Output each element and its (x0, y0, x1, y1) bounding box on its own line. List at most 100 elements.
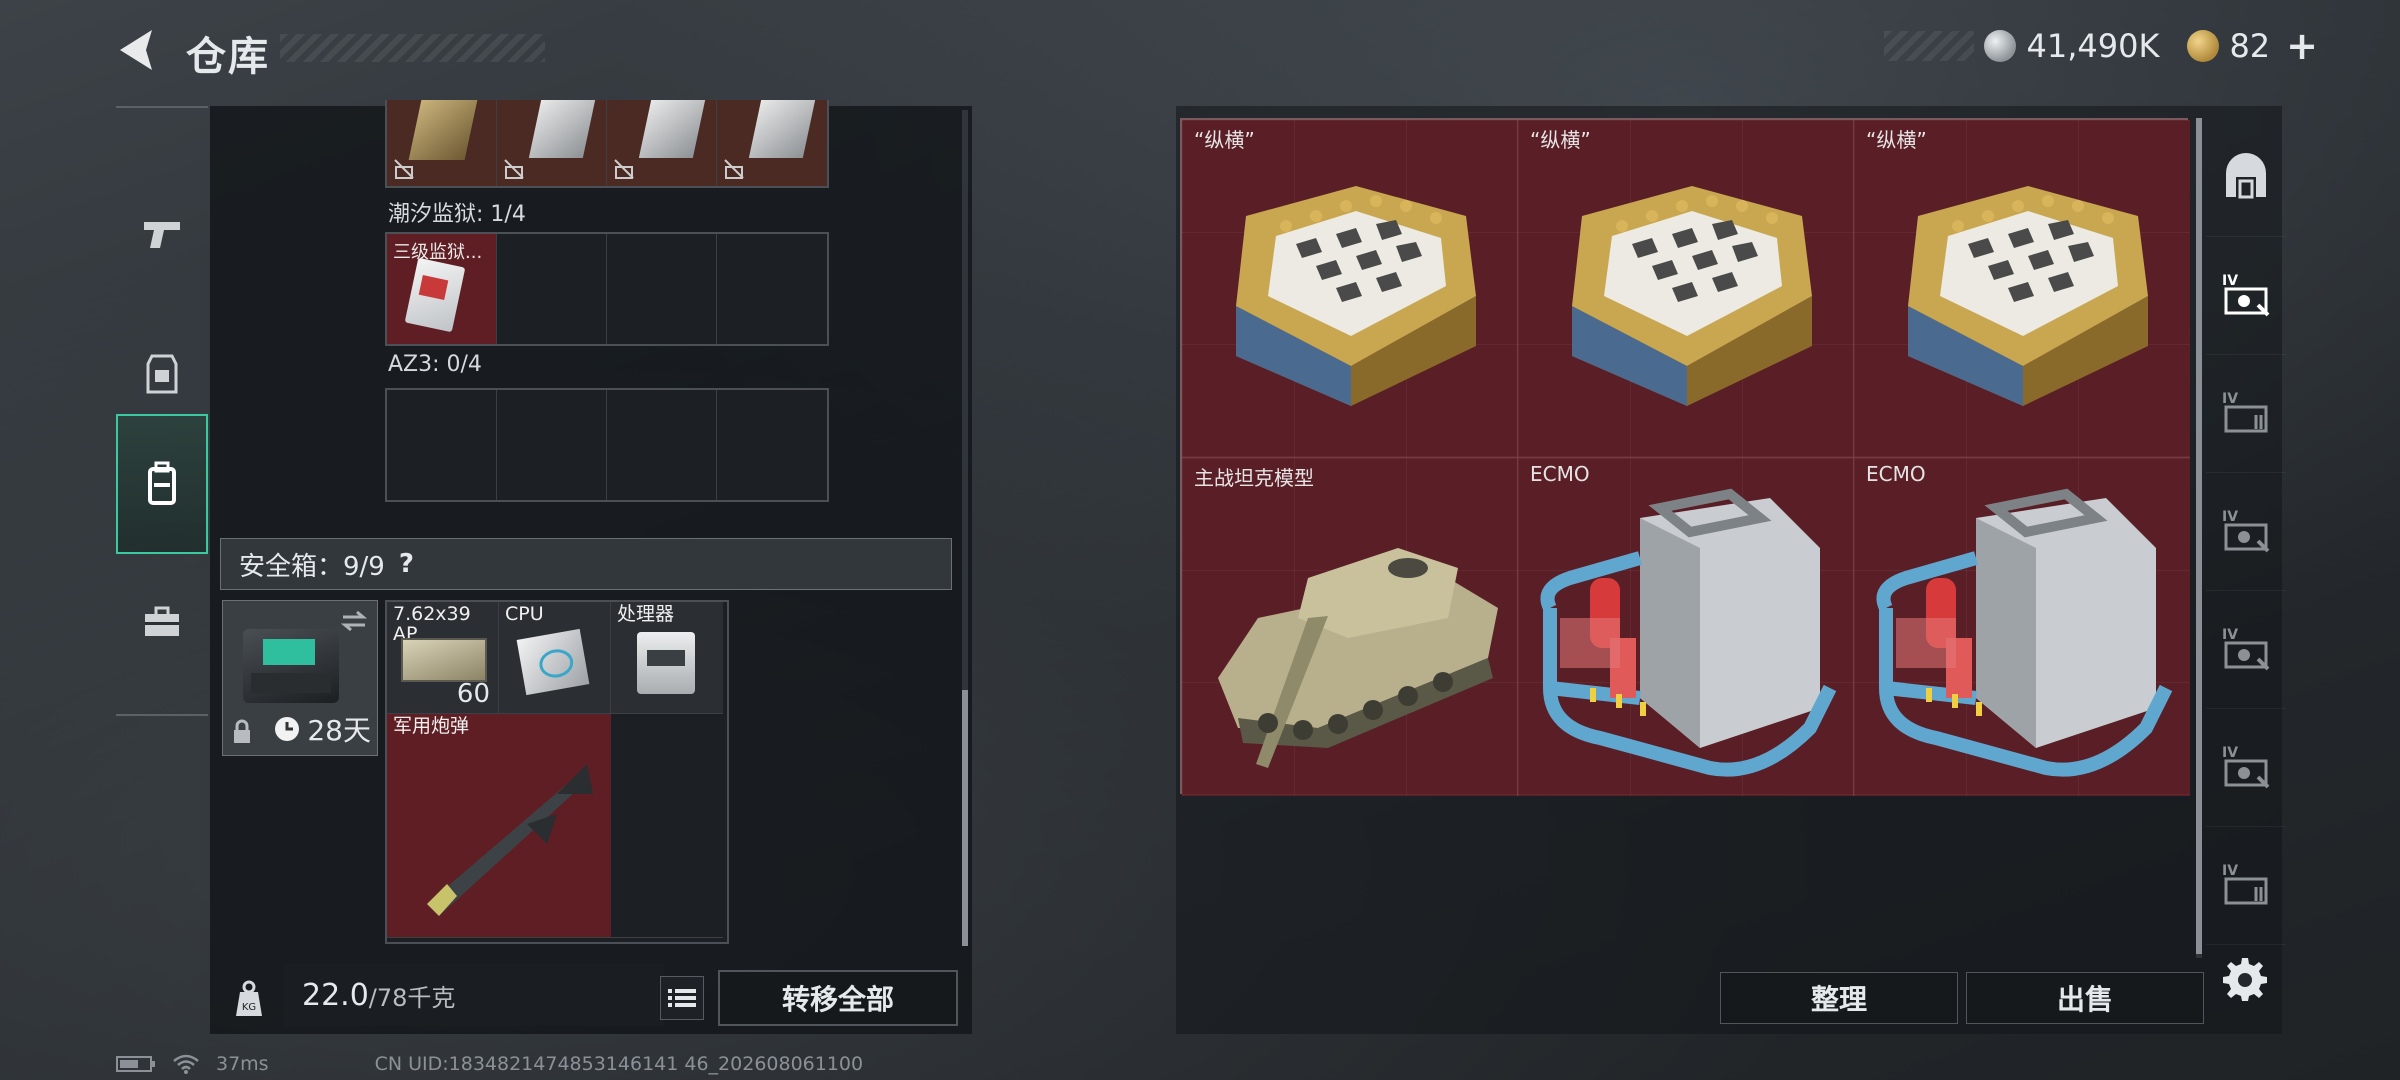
tab-tier-iv-case[interactable]: IV (2206, 590, 2286, 709)
loadout-scrollbar-thumb[interactable] (962, 690, 968, 946)
inventory-slot[interactable]: 军用炮弹 (387, 714, 611, 938)
add-currency-button[interactable]: + (2286, 24, 2318, 68)
tab-briefcase[interactable] (116, 552, 208, 692)
expiry-timer: 28天 (273, 709, 371, 749)
stash-category-rail: IV IV IV IV IV IV (2206, 118, 2286, 948)
inventory-slot[interactable] (497, 390, 607, 500)
stash-item[interactable]: “纵横” (1854, 120, 2190, 458)
back-arrow-icon (120, 30, 152, 70)
svg-text:IV: IV (2222, 509, 2238, 525)
stash-item[interactable]: ECMO (1854, 458, 2190, 796)
item-name: ECMO (1530, 462, 1590, 486)
user-id: CN UID:1834821474853146141 46_2026080611… (374, 1053, 864, 1075)
inventory-slot[interactable] (607, 100, 717, 186)
weight-icon: KG (236, 980, 262, 1016)
tab-backpack[interactable] (116, 414, 208, 554)
stash-item[interactable]: 主战坦克模型 (1182, 458, 1518, 796)
card-item-image (408, 100, 478, 160)
card-item-image (528, 100, 596, 158)
silver-amount: 41,490K (2026, 27, 2160, 65)
inventory-slot[interactable] (611, 714, 723, 938)
item-name: 三级监狱... (393, 242, 483, 263)
tier-iv-case-icon: IV (2222, 273, 2270, 317)
backpack-icon (148, 461, 176, 505)
loadout-tab-rail (116, 106, 208, 716)
list-view-button[interactable] (660, 976, 704, 1020)
safe-box-grid: 7.62x39 AP 60 CPU 处理器 军用炮弹 (385, 600, 729, 944)
item-name: 主战坦克模型 (1194, 466, 1314, 490)
item-name: “纵横” (1866, 128, 1927, 152)
back-button[interactable] (112, 22, 162, 78)
svg-text:IV: IV (2222, 745, 2238, 761)
inventory-slot[interactable]: 三级监狱... (387, 234, 497, 344)
svg-text:IV: IV (2222, 391, 2238, 407)
safe-box-header: 安全箱：9/9 ? (220, 538, 952, 590)
wifi-icon (173, 1054, 199, 1074)
transfer-all-button[interactable]: 转移全部 (718, 970, 958, 1026)
tab-tier-iv-folder[interactable]: IV (2206, 354, 2286, 473)
inventory-slot[interactable] (717, 100, 827, 186)
item-name: 军用炮弹 (393, 715, 470, 737)
inventory-slot[interactable] (387, 390, 497, 500)
stash-item[interactable]: ECMO (1518, 458, 1854, 796)
inventory-slot[interactable] (497, 234, 607, 344)
tab-tier-iv-case[interactable]: IV (2206, 236, 2286, 355)
battery-icon (116, 1056, 155, 1072)
tank-model-image (1218, 548, 1498, 768)
sell-button[interactable]: 出售 (1966, 972, 2204, 1024)
secure-case-image (243, 629, 339, 703)
keycard-image (404, 257, 466, 333)
ping-value: 37ms (216, 1053, 269, 1075)
sort-button[interactable]: 整理 (1720, 972, 1958, 1024)
swap-icon (340, 610, 368, 632)
inventory-slot[interactable] (497, 100, 607, 186)
no-insure-icon (504, 159, 524, 179)
tab-tier-iv-case[interactable]: IV (2206, 708, 2286, 827)
chess-set-image (1236, 186, 1476, 406)
clock-icon (275, 717, 300, 741)
secure-container-slot[interactable]: 28天 (222, 600, 378, 756)
briefcase-icon (145, 606, 179, 636)
list-icon (668, 989, 696, 1007)
tab-vault[interactable] (2206, 118, 2286, 237)
gold-triangle-coin-icon (2187, 30, 2220, 62)
inventory-slot[interactable] (387, 100, 497, 186)
weight-max: /78千克 (368, 983, 456, 1012)
stash-item[interactable]: “纵横” (1182, 120, 1518, 458)
container-label: 潮汐监狱: 1/4 (388, 202, 526, 227)
tab-weapon[interactable] (116, 164, 208, 304)
settings-gear-icon[interactable] (2222, 956, 2268, 1002)
ammo-box-image (401, 638, 487, 682)
container-grid: 三级监狱... (385, 232, 829, 346)
stash-grid: “纵横” “纵横” “纵横” 主战坦克模型 ECMO ECMO (1180, 118, 2190, 796)
svg-text:IV: IV (2222, 627, 2238, 643)
tier-iv-case-icon: IV (2222, 863, 2268, 905)
item-count: 60 (456, 679, 490, 709)
card-item-image (748, 100, 816, 158)
gold-amount: 82 (2229, 27, 2271, 65)
expiry-days: 28天 (307, 714, 371, 747)
inventory-slot[interactable]: CPU (499, 602, 611, 714)
inventory-slot[interactable] (717, 390, 827, 500)
safe-help-button[interactable]: ? (399, 549, 414, 579)
inventory-slot[interactable]: 处理器 (611, 602, 723, 714)
tab-tier-iv-case[interactable]: IV (2206, 826, 2286, 945)
silver-coin-icon (1984, 30, 2017, 62)
weight-display: 22.0 /78千克 (284, 964, 664, 1026)
item-name: “纵横” (1194, 128, 1255, 152)
svg-text:IV: IV (2222, 863, 2238, 879)
ecmo-machine-image (1876, 488, 2173, 777)
cpu-image (516, 628, 590, 696)
pistol-icon (144, 222, 180, 248)
currency-decoration (1884, 31, 1975, 61)
stash-scrollbar-thumb[interactable] (2196, 118, 2202, 954)
safe-box-label: 安全箱：9/9 (239, 551, 385, 582)
inventory-slot[interactable] (607, 390, 717, 500)
inventory-slot[interactable] (607, 234, 717, 344)
inventory-slot[interactable] (717, 234, 827, 344)
stash-item[interactable]: “纵横” (1518, 120, 1854, 458)
inventory-slot[interactable]: 7.62x39 AP 60 (387, 602, 499, 714)
processor-image (637, 632, 695, 694)
tab-tier-iv-case[interactable]: IV (2206, 472, 2286, 591)
page-title: 仓库 (186, 34, 270, 80)
